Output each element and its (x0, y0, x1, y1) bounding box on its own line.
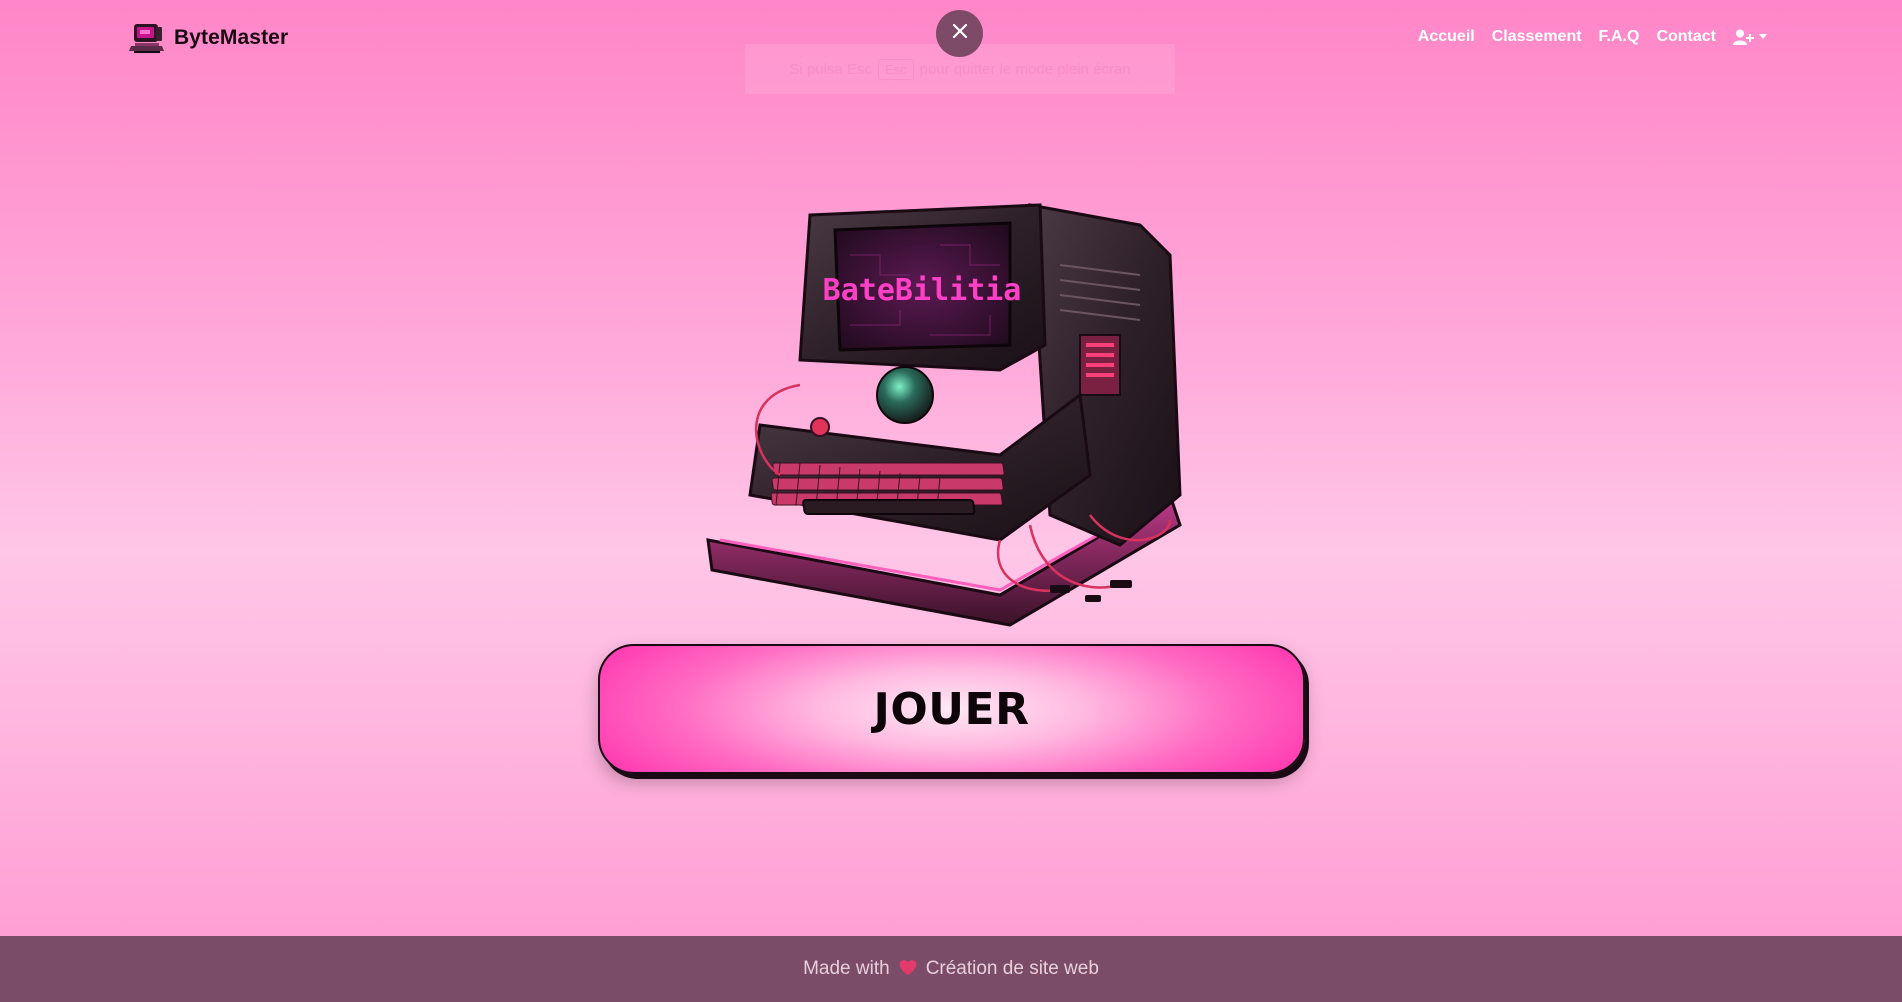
brand[interactable]: ByteMaster (128, 20, 288, 56)
screen-text: BateBilitia (823, 273, 1022, 308)
retro-computer-icon (128, 22, 166, 54)
footer-link[interactable]: Création de site web (926, 958, 1099, 980)
retro-computer-illustration: BateBilitia (706, 203, 1182, 627)
fullscreen-hint-key: Esc (877, 58, 914, 80)
user-plus-icon (1733, 29, 1755, 45)
user-menu-dropdown[interactable] (1733, 29, 1767, 45)
brand-name: ByteMaster (174, 26, 289, 49)
nav-link-classement[interactable]: Classement (1492, 28, 1582, 46)
close-icon (952, 23, 968, 44)
fullscreen-hint-after: pour quitter le mode plein écran (919, 60, 1131, 78)
chevron-down-icon (1759, 34, 1767, 40)
fullscreen-hint-before: Si pulsa Esc (789, 60, 872, 78)
heart-icon (898, 958, 918, 981)
play-button-label: JOUER (873, 683, 1030, 735)
footer: Made with Création de site web (0, 936, 1902, 1002)
nav-link-accueil[interactable]: Accueil (1418, 28, 1475, 46)
play-button[interactable]: JOUER (598, 644, 1305, 774)
nav-link-faq[interactable]: F.A.Q (1599, 28, 1640, 46)
footer-made-with: Made with (803, 958, 890, 979)
hero-image: BateBilitia (700, 195, 1205, 630)
nav-link-contact[interactable]: Contact (1656, 28, 1716, 46)
exit-fullscreen-button[interactable] (936, 10, 983, 57)
nav-links: Accueil Classement F.A.Q Contact (1418, 22, 1767, 52)
